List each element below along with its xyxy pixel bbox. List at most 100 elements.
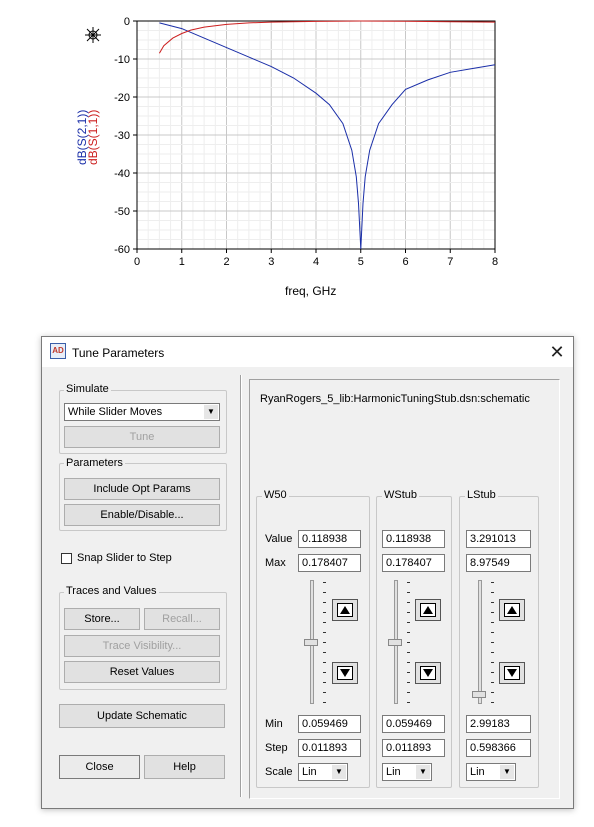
lstub-step-input[interactable]: 0.598366 xyxy=(466,739,531,757)
x-tick-label: 7 xyxy=(447,256,453,268)
arrow-down-icon xyxy=(507,669,517,677)
arrow-up-icon xyxy=(340,606,350,614)
slider-tick xyxy=(323,652,326,653)
slider-tick xyxy=(407,672,410,673)
lstub-scale-select[interactable]: Lin ▼ xyxy=(466,763,516,781)
title-bar: AD Tune Parameters ✕ xyxy=(42,337,573,367)
help-button[interactable]: Help xyxy=(144,755,225,779)
reset-values-button[interactable]: Reset Values xyxy=(64,661,220,683)
wstub-value-input[interactable]: 0.118938 xyxy=(382,530,445,548)
y-tick-label: -40 xyxy=(114,168,130,180)
slider-tick xyxy=(407,622,410,623)
w50-decrease-button[interactable] xyxy=(332,662,358,684)
store-button[interactable]: Store... xyxy=(64,608,140,630)
slider-tick xyxy=(491,652,494,653)
slider-tick xyxy=(491,582,494,583)
close-icon[interactable]: ✕ xyxy=(546,341,568,363)
chevron-down-icon: ▼ xyxy=(500,765,514,779)
slider-tick xyxy=(491,642,494,643)
wstub-scale-value: Lin xyxy=(386,766,401,778)
x-tick-label: 5 xyxy=(358,256,364,268)
slider-tick xyxy=(323,682,326,683)
value-label: Value xyxy=(265,533,293,545)
min-label: Min xyxy=(265,718,283,730)
slider-tick xyxy=(323,582,326,583)
x-tick-label: 0 xyxy=(134,256,140,268)
lstub-value-input[interactable]: 3.291013 xyxy=(466,530,531,548)
slider-tick xyxy=(491,692,494,693)
wstub-decrease-button[interactable] xyxy=(415,662,441,684)
plot-grid xyxy=(136,20,496,250)
lstub-slider-thumb[interactable] xyxy=(472,691,486,699)
y-tick-label: 0 xyxy=(124,16,130,28)
slider-tick xyxy=(491,592,494,593)
snap-slider-label: Snap Slider to Step xyxy=(77,552,172,564)
slider-tick xyxy=(407,642,410,643)
arrow-down-icon xyxy=(423,669,433,677)
w50-scale-select[interactable]: Lin ▼ xyxy=(298,763,348,781)
lstub-slider-track[interactable] xyxy=(478,580,482,704)
lstub-decrease-button[interactable] xyxy=(499,662,525,684)
recall-button[interactable]: Recall... xyxy=(144,608,220,630)
w50-scale-value: Lin xyxy=(302,766,317,778)
x-tick-label: 3 xyxy=(268,256,274,268)
wstub-step-input[interactable]: 0.011893 xyxy=(382,739,445,757)
lstub-scale-value: Lin xyxy=(470,766,485,778)
close-button[interactable]: Close xyxy=(59,755,140,779)
simulate-group-label: Simulate xyxy=(64,383,111,395)
scale-label: Scale xyxy=(265,766,293,778)
y-tick-label: -20 xyxy=(114,92,130,104)
w50-step-input[interactable]: 0.011893 xyxy=(298,739,361,757)
wstub-scale-select[interactable]: Lin ▼ xyxy=(382,763,432,781)
chevron-down-icon: ▼ xyxy=(416,765,430,779)
slider-tick xyxy=(491,612,494,613)
slider-tick xyxy=(323,692,326,693)
tune-button[interactable]: Tune xyxy=(64,426,220,448)
slider-tick xyxy=(407,662,410,663)
w50-min-input[interactable]: 0.059469 xyxy=(298,715,361,733)
x-axis-label: freq, GHz xyxy=(285,284,337,298)
slider-tick xyxy=(323,702,326,703)
y-tick-label: -10 xyxy=(114,54,130,66)
x-tick-label: 2 xyxy=(223,256,229,268)
arrow-up-icon xyxy=(423,606,433,614)
trace-visibility-button[interactable]: Trace Visibility... xyxy=(64,635,220,657)
x-tick-label: 4 xyxy=(313,256,319,268)
x-tick-label: 1 xyxy=(179,256,185,268)
w50-slider-thumb[interactable] xyxy=(304,638,318,646)
snap-slider-checkbox[interactable] xyxy=(61,553,72,564)
arrow-up-icon xyxy=(507,606,517,614)
param-name-lstub: LStub xyxy=(465,489,498,501)
enable-disable-button[interactable]: Enable/Disable... xyxy=(64,504,220,526)
w50-value-input[interactable]: 0.118938 xyxy=(298,530,361,548)
wstub-max-input[interactable]: 0.178407 xyxy=(382,554,445,572)
w50-increase-button[interactable] xyxy=(332,599,358,621)
y-tick-labels: 0 -10 -20 -30 -40 -50 -60 xyxy=(114,16,137,256)
slider-tick xyxy=(323,642,326,643)
slider-tick xyxy=(407,602,410,603)
slider-tick xyxy=(323,602,326,603)
max-label: Max xyxy=(265,557,286,569)
y-axis-label-s11: dB(S(1,1)) xyxy=(86,109,100,165)
update-schematic-button[interactable]: Update Schematic xyxy=(59,704,225,728)
slider-tick xyxy=(407,682,410,683)
y-tick-label: -50 xyxy=(114,206,130,218)
step-label: Step xyxy=(265,742,288,754)
slider-tick xyxy=(323,612,326,613)
chevron-down-icon: ▼ xyxy=(204,405,218,419)
lstub-min-input[interactable]: 2.99183 xyxy=(466,715,531,733)
slider-tick xyxy=(491,672,494,673)
lstub-increase-button[interactable] xyxy=(499,599,525,621)
wstub-min-input[interactable]: 0.059469 xyxy=(382,715,445,733)
include-opt-params-button[interactable]: Include Opt Params xyxy=(64,478,220,500)
wstub-slider-thumb[interactable] xyxy=(388,638,402,646)
panel-divider xyxy=(240,375,242,797)
arrow-down-icon xyxy=(340,669,350,677)
slider-tick xyxy=(491,662,494,663)
simulate-mode-select[interactable]: While Slider Moves ▼ xyxy=(64,403,220,421)
wstub-increase-button[interactable] xyxy=(415,599,441,621)
w50-max-input[interactable]: 0.178407 xyxy=(298,554,361,572)
y-tick-label: -60 xyxy=(114,244,130,256)
x-tick-label: 8 xyxy=(492,256,498,268)
lstub-max-input[interactable]: 8.97549 xyxy=(466,554,531,572)
